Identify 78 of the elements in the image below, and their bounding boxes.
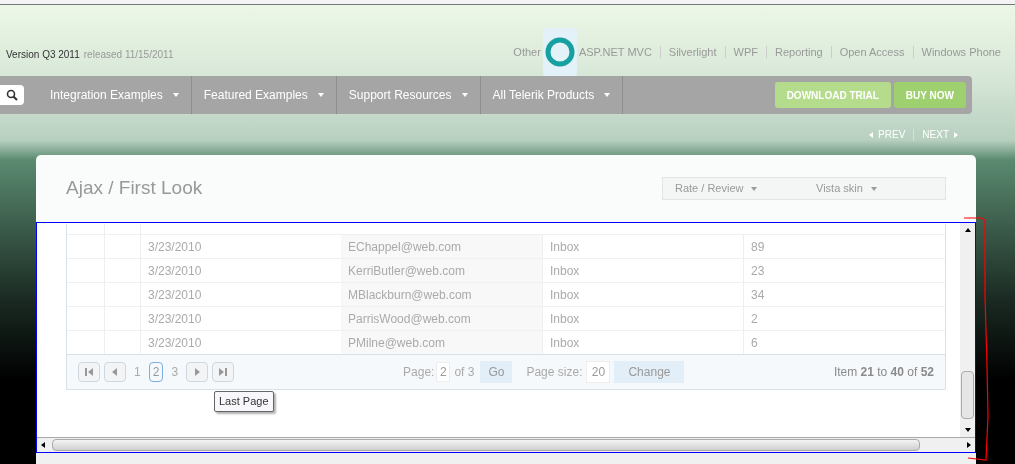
nav-menu-item[interactable]: Featured Examples xyxy=(191,76,337,114)
count-cell-text: 23 xyxy=(751,262,765,280)
last-page-icon xyxy=(218,367,229,377)
first-page-icon xyxy=(84,367,94,377)
page-number-button[interactable]: 2 xyxy=(148,362,164,382)
count-cell-text: 34 xyxy=(751,286,765,304)
vertical-scrollbar[interactable] xyxy=(960,223,975,437)
page-size-label: Page size: xyxy=(526,364,583,381)
page-count-text: of 3 xyxy=(454,364,475,381)
tooltip: Last Page xyxy=(214,391,274,412)
prev-link[interactable]: PREV xyxy=(868,127,906,142)
nav-menu-item[interactable]: Integration Examples xyxy=(38,76,192,114)
next-link[interactable]: NEXT xyxy=(922,127,959,142)
version-text: Version Q3 2011 xyxy=(6,48,80,62)
down-arrow-icon xyxy=(964,427,971,433)
first-page-button[interactable] xyxy=(78,362,100,382)
count-cell-text: 89 xyxy=(751,238,765,256)
product-link[interactable]: Other xyxy=(513,43,541,61)
caret-icon xyxy=(870,185,877,192)
last-page-button[interactable] xyxy=(212,362,235,382)
horizontal-scrollbar[interactable] xyxy=(37,437,975,452)
email-cell-text: PMilne@web.com xyxy=(348,334,445,352)
caret-icon xyxy=(461,92,468,98)
email-cell-text: MBlackburn@web.com xyxy=(348,286,472,304)
left-arrow-icon xyxy=(40,442,46,448)
download-trial-button[interactable]: DOWNLOAD TRIAL xyxy=(774,82,891,108)
search-button[interactable] xyxy=(0,85,24,105)
date-cell-text: 3/23/2010 xyxy=(148,286,202,304)
date-cell-text: 3/23/2010 xyxy=(148,310,202,328)
left-arrow-icon xyxy=(868,131,875,138)
buy-now-button[interactable]: BUY NOW xyxy=(893,82,966,108)
search-icon xyxy=(6,89,18,101)
caret-icon xyxy=(172,92,179,98)
date-cell-text: 3/23/2010 xyxy=(148,262,202,280)
dropdown-button[interactable]: Rate / Review xyxy=(663,180,804,197)
folder-cell-text: Inbox xyxy=(550,262,580,280)
right-arrow-icon xyxy=(953,131,959,138)
folder-cell-text: Inbox xyxy=(550,310,580,328)
change-button[interactable]: Change xyxy=(614,361,685,383)
date-cell-text: 3/23/2010 xyxy=(148,334,202,352)
dropdown-button[interactable]: Vista skin xyxy=(804,180,945,197)
product-link[interactable]: WPF xyxy=(733,43,758,61)
email-cell-text: EChappel@web.com xyxy=(348,238,461,256)
scrollbar-thumb[interactable] xyxy=(52,439,920,451)
release-date: released 11/15/2011 xyxy=(83,48,174,62)
page-size-input[interactable]: 20 xyxy=(586,361,611,383)
email-cell-text: KerriButler@web.com xyxy=(348,262,465,280)
page-label: Page: xyxy=(403,364,435,381)
page-number-button[interactable]: 3 xyxy=(167,362,183,382)
product-link[interactable]: Reporting xyxy=(774,43,823,61)
logo-icon xyxy=(542,28,577,76)
nav-menu-item[interactable]: All Telerik Products xyxy=(480,76,624,114)
caret-icon xyxy=(751,185,758,192)
folder-cell-text: Inbox xyxy=(550,238,580,256)
folder-cell-text: Inbox xyxy=(550,334,580,352)
up-arrow-icon xyxy=(964,227,971,233)
page-input[interactable]: 2 xyxy=(436,362,451,382)
left-triangle-icon xyxy=(110,367,120,377)
caret-icon xyxy=(604,92,611,98)
page-number-button[interactable]: 1 xyxy=(130,362,145,382)
previous-page-button[interactable] xyxy=(104,362,126,382)
scrollbar-thumb[interactable] xyxy=(961,371,974,419)
right-arrow-icon xyxy=(966,442,972,448)
caret-icon xyxy=(317,92,324,98)
item-range-text: Item 21 to 40 of 52 xyxy=(833,364,934,381)
product-link[interactable]: ASP.NET MVC xyxy=(578,43,652,61)
page-title: Ajax / First Look xyxy=(66,176,203,201)
next-page-button[interactable] xyxy=(186,362,209,382)
product-link[interactable]: Silverlight xyxy=(668,43,717,61)
product-link[interactable]: Windows Phone xyxy=(921,43,1001,61)
product-link[interactable]: Open Access xyxy=(839,43,905,61)
count-cell-text: 6 xyxy=(751,334,758,352)
folder-cell-text: Inbox xyxy=(550,286,580,304)
email-cell-text: ParrisWood@web.com xyxy=(348,310,471,328)
nav-menu-item[interactable]: Support Resources xyxy=(336,76,481,114)
go-button[interactable]: Go xyxy=(480,361,513,383)
count-cell-text: 2 xyxy=(751,310,758,328)
date-cell-text: 3/23/2010 xyxy=(148,238,202,256)
